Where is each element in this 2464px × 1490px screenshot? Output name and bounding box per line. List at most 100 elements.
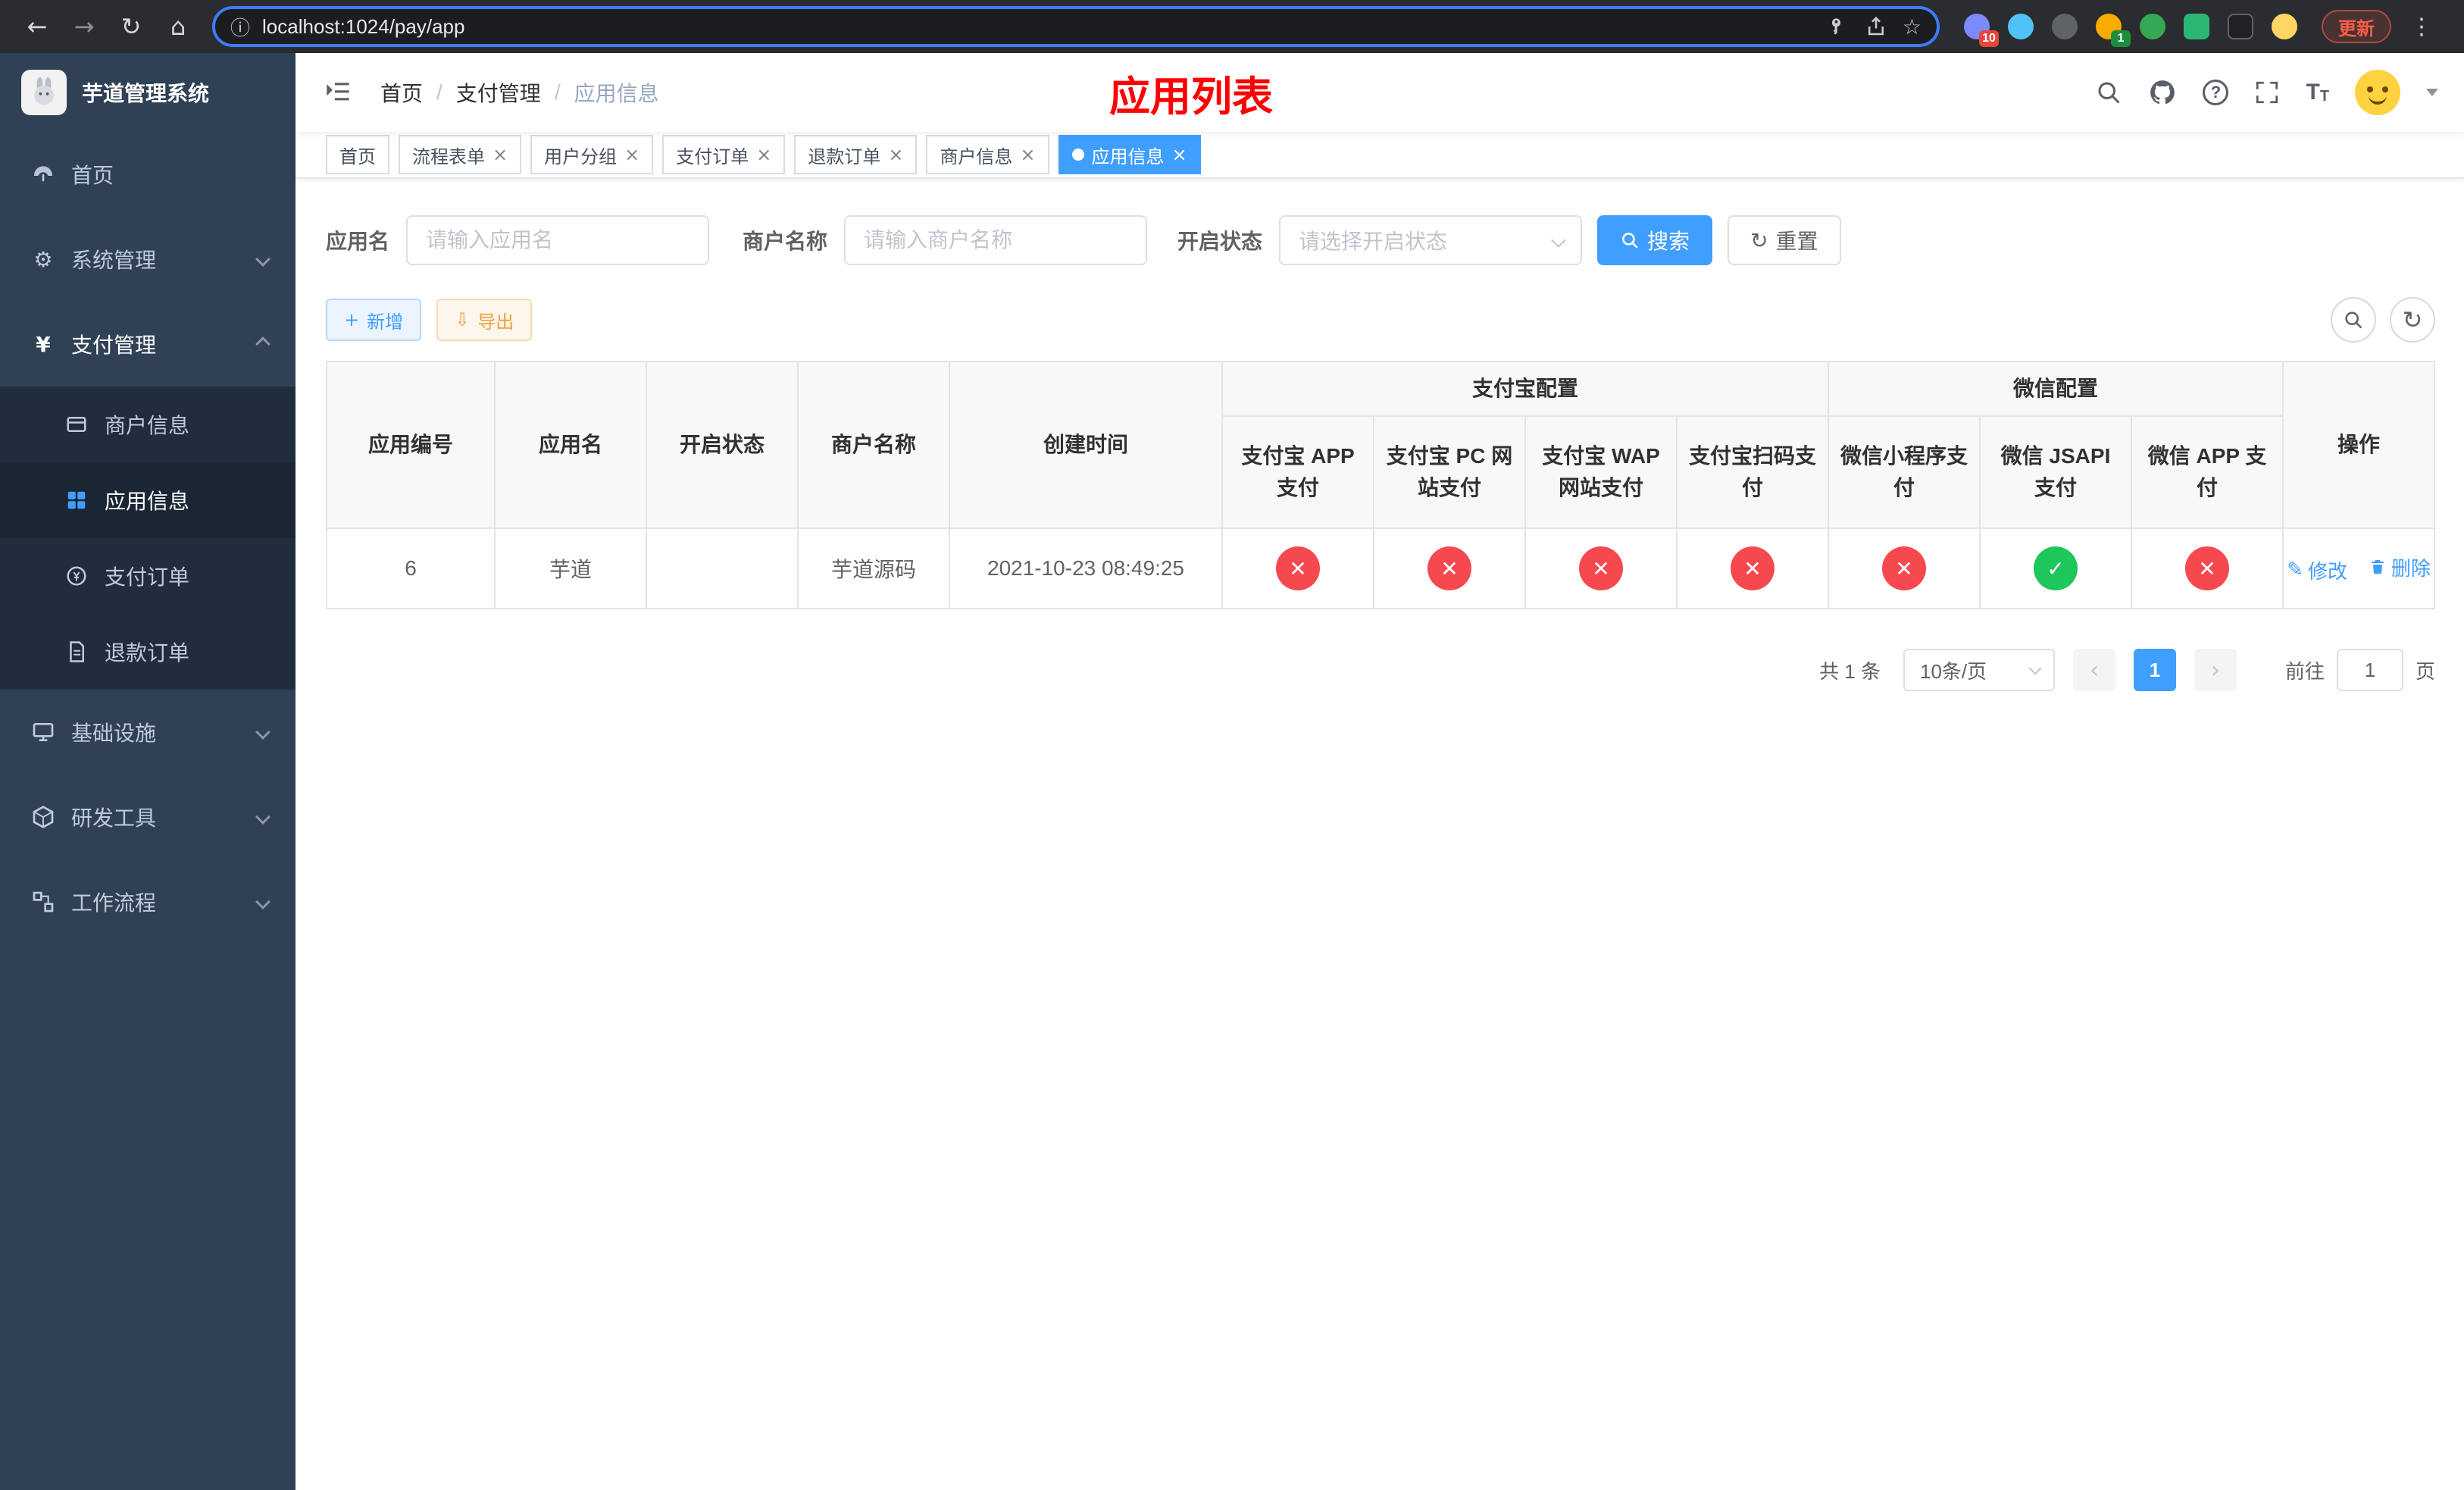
next-page-button[interactable]: › xyxy=(2194,649,2237,691)
sidebar-item-workflow[interactable]: 工作流程 xyxy=(0,859,295,944)
status-select[interactable]: 请选择开启状态 xyxy=(1279,215,1583,265)
col-status: 开启状态 xyxy=(646,361,799,529)
sidebar-item-devtools[interactable]: 研发工具 xyxy=(0,775,295,859)
tab-app-info[interactable]: 应用信息 × xyxy=(1058,135,1201,174)
total-count: 共 1 条 xyxy=(1819,659,1881,683)
forward-icon[interactable]: → xyxy=(62,5,106,49)
tab-refund-order[interactable]: 退款订单 × xyxy=(794,135,918,174)
dashboard-icon xyxy=(30,162,56,186)
extension-pin-icon[interactable] xyxy=(2228,14,2253,39)
cell-alipay-qr: ✕ xyxy=(1675,527,1830,609)
fullscreen-icon[interactable] xyxy=(2254,80,2280,105)
toolbox-icon xyxy=(30,805,56,829)
sidebar-item-refund-order[interactable]: 退款订单 xyxy=(0,614,295,690)
extension-translate-icon[interactable]: 1 xyxy=(2096,14,2131,47)
close-icon[interactable]: × xyxy=(756,144,771,165)
extension-chat-icon[interactable] xyxy=(2184,14,2209,39)
extension-puzzle-icon[interactable]: 10 xyxy=(1964,14,1999,47)
sidebar-item-app-info[interactable]: 应用信息 xyxy=(0,462,295,538)
cell-alipay-wap: ✕ xyxy=(1524,527,1678,609)
chevron-down-icon xyxy=(2028,662,2042,675)
sidebar-item-pay[interactable]: ¥ 支付管理 xyxy=(0,302,295,387)
browser-update-button[interactable]: 更新 xyxy=(2322,10,2391,43)
extension-drop-icon[interactable] xyxy=(2008,14,2034,39)
extension-dark-icon[interactable] xyxy=(2052,14,2078,39)
merchant-name-input[interactable] xyxy=(844,215,1148,265)
sidebar-item-merchant-info[interactable]: 商户信息 xyxy=(0,387,295,462)
avatar-caret-icon[interactable] xyxy=(2426,89,2439,96)
goto-suffix: 页 xyxy=(2416,659,2436,683)
extension-emoji-icon[interactable] xyxy=(2272,14,2297,39)
edit-link[interactable]: ✎ 修改 xyxy=(2287,556,2347,584)
chevron-down-icon xyxy=(255,894,270,909)
table-toolbar: + 新增 ⇩ 导出 ↻ xyxy=(326,297,2436,343)
github-icon[interactable] xyxy=(2148,78,2177,107)
close-icon[interactable]: × xyxy=(1020,144,1035,165)
breadcrumb: 首页 / 支付管理 / 应用信息 xyxy=(380,77,659,108)
filter-form: 应用名 商户名称 开启状态 请选择开启状态 搜索 xyxy=(326,215,2435,265)
download-icon: ⇩ xyxy=(455,309,471,330)
sidebar-item-system[interactable]: ⚙ 系统管理 xyxy=(0,217,295,302)
sidebar-toggle-icon[interactable] xyxy=(323,77,353,108)
avatar[interactable] xyxy=(2355,70,2401,115)
table-row: 6 芋道 芋道源码 2021-10-23 08:49:25 ✕ ✕ ✕ ✕ ✕ xyxy=(326,527,2436,609)
tab-home[interactable]: 首页 xyxy=(326,135,389,174)
export-button[interactable]: ⇩ 导出 xyxy=(436,299,533,341)
help-icon[interactable]: ? xyxy=(2203,80,2229,105)
sidebar-item-pay-order[interactable]: 支付订单 xyxy=(0,538,295,614)
sidebar-menu: 首页 ⚙ 系统管理 ¥ 支付管理 商户信息 应用信息 支付订单 退款订单 基础设… xyxy=(0,132,295,944)
font-size-icon[interactable]: TT xyxy=(2306,81,2329,105)
col-alipay-pc: 支付宝 PC 网站支付 xyxy=(1373,415,1526,529)
breadcrumb-pay[interactable]: 支付管理 xyxy=(456,77,541,108)
bookmark-star-icon[interactable]: ☆ xyxy=(1903,14,1921,39)
site-info-icon[interactable]: ⓘ xyxy=(230,13,250,41)
cell-status xyxy=(646,527,799,609)
add-button[interactable]: + 新增 xyxy=(326,299,422,341)
search-icon[interactable] xyxy=(2095,79,2122,106)
active-dot xyxy=(1071,149,1084,161)
tab-merchant-info[interactable]: 商户信息 × xyxy=(926,135,1049,174)
app-name-input[interactable] xyxy=(406,215,710,265)
col-app-name: 应用名 xyxy=(494,361,647,529)
toggle-search-button[interactable] xyxy=(2331,297,2377,343)
cell-actions: ✎ 修改 删除 xyxy=(2282,527,2436,609)
refresh-table-button[interactable]: ↻ xyxy=(2390,297,2436,343)
reload-icon[interactable]: ↻ xyxy=(109,5,153,49)
col-group-alipay: 支付宝配置 xyxy=(1221,361,1830,417)
delete-link[interactable]: 删除 xyxy=(2369,553,2431,581)
browser-menu-icon[interactable]: ⋮ xyxy=(2406,14,2437,40)
goto-page-input[interactable] xyxy=(2337,649,2404,691)
close-icon[interactable]: × xyxy=(492,144,508,165)
breadcrumb-home[interactable]: 首页 xyxy=(380,77,423,108)
tab-process-form[interactable]: 流程表单 × xyxy=(399,135,522,174)
share-icon[interactable] xyxy=(1865,15,1887,38)
close-icon[interactable]: × xyxy=(888,144,903,165)
sidebar-item-infra[interactable]: 基础设施 xyxy=(0,690,295,775)
tab-pay-order[interactable]: 支付订单 × xyxy=(662,135,786,174)
col-wechat-lite: 微信小程序支付 xyxy=(1828,415,1981,529)
page-size-select[interactable]: 10条/页 xyxy=(1903,649,2055,691)
cell-alipay-pc: ✕ xyxy=(1373,527,1526,609)
reset-button[interactable]: ↻ 重置 xyxy=(1728,215,1841,265)
page-title: 应用列表 xyxy=(1109,74,1273,120)
page-number-1[interactable]: 1 xyxy=(2134,649,2176,691)
home-icon[interactable]: ⌂ xyxy=(156,5,200,49)
sidebar-header: 芋道管理系统 xyxy=(0,53,295,132)
sidebar-item-home[interactable]: 首页 xyxy=(0,132,295,217)
extension-badge: 1 xyxy=(2111,30,2131,47)
status-no-icon: ✕ xyxy=(1579,546,1623,590)
chevron-down-icon xyxy=(1551,233,1566,248)
close-icon[interactable]: × xyxy=(1172,144,1187,165)
back-icon[interactable]: ← xyxy=(15,5,59,49)
tab-user-group[interactable]: 用户分组 × xyxy=(530,135,654,174)
url-text[interactable]: localhost:1024/pay/app xyxy=(262,15,1815,39)
close-icon[interactable]: × xyxy=(624,144,639,165)
grid-icon xyxy=(64,489,89,512)
password-key-icon[interactable] xyxy=(1827,15,1850,38)
cell-wechat-jsapi: ✓ xyxy=(1979,527,2133,609)
search-button[interactable]: 搜索 xyxy=(1597,215,1713,265)
address-bar[interactable]: ⓘ localhost:1024/pay/app ☆ xyxy=(212,6,1940,47)
extension-green-circle-icon[interactable] xyxy=(2140,14,2165,39)
tags-bar: 首页 流程表单 × 用户分组 × 支付订单 × 退款订单 × 商户信息 × 应用信息 × xyxy=(295,132,2464,179)
prev-page-button[interactable]: ‹ xyxy=(2073,649,2115,691)
